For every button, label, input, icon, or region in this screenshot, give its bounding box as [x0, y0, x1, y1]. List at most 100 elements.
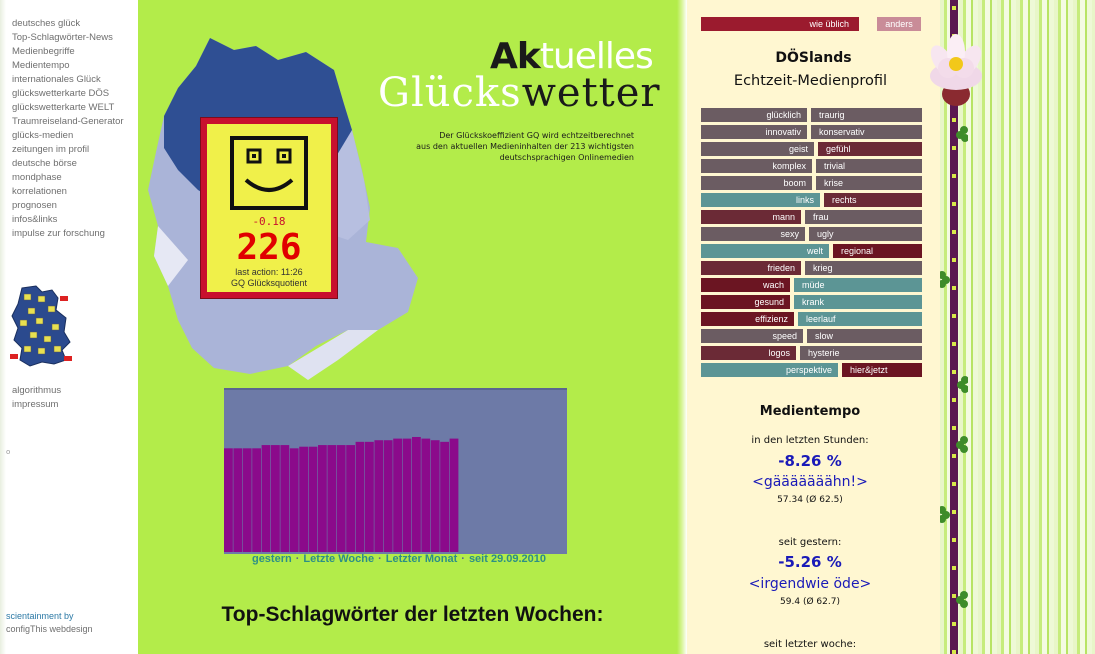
tempo-hours-value: 57.34 (Ø 62.5): [777, 495, 843, 505]
profile-right-bar[interactable]: gefühl: [818, 142, 922, 156]
logo-wetter-part: wetter: [521, 70, 661, 116]
profile-right-bar[interactable]: müde: [794, 278, 922, 292]
chart-bar: [233, 448, 243, 552]
nav-link-12[interactable]: korrelationen: [12, 185, 124, 199]
chart-bar: [242, 448, 252, 552]
profile-left-bar[interactable]: sexy: [701, 227, 805, 241]
profile-right-bar[interactable]: trivial: [816, 159, 922, 173]
chart-range-link-2[interactable]: Letzter Monat: [386, 553, 458, 565]
profile-pair-row: glücklich traurig: [701, 108, 922, 125]
chart-bar: [383, 440, 393, 552]
nav-link-11[interactable]: mondphase: [12, 171, 124, 185]
profile-pair-row: perspektive hier&jetzt: [701, 363, 922, 380]
profile-title: DÖSlands: [775, 50, 852, 66]
profile-left-bar[interactable]: glücklich: [701, 108, 807, 122]
tiny-marker: o: [6, 448, 11, 456]
profile-pair-row: sexy ugly: [701, 227, 922, 244]
profile-right-bar[interactable]: frau: [805, 210, 922, 224]
profile-pair-row: effizienz leerlauf: [701, 312, 922, 329]
chart-bar: [440, 441, 449, 552]
chart-bar: [308, 446, 318, 552]
profile-right-bar[interactable]: krieg: [805, 261, 922, 275]
nav2-link-0[interactable]: algorithmus: [12, 384, 61, 398]
profile-pair-row: boom krise: [701, 176, 922, 193]
profile-pair-row: mann frau: [701, 210, 922, 227]
tempo-yesterday-value: 59.4 (Ø 62.7): [780, 597, 840, 607]
tempo-yesterday-pct: -5.26 %: [778, 553, 842, 571]
profile-left-bar[interactable]: frieden: [701, 261, 801, 275]
nav-link-2[interactable]: Medienbegriffe: [12, 45, 124, 59]
nav-link-8[interactable]: glücks-medien: [12, 129, 124, 143]
profile-left-bar[interactable]: mann: [701, 210, 801, 224]
main-nav: deutsches glück Top-Schlagwörter-News Medi…: [12, 17, 124, 241]
chart-range-links: gestern · Letzte Woche · Letzter Monat · seit …: [234, 553, 564, 565]
profile-pair-row: frieden krieg: [701, 261, 922, 278]
nav-link-0[interactable]: deutsches glück: [12, 17, 124, 31]
profile-left-bar[interactable]: wach: [701, 278, 790, 292]
profile-right-bar[interactable]: leerlauf: [798, 312, 922, 326]
profile-right-bar[interactable]: regional: [833, 244, 922, 258]
nav-link-3[interactable]: Medientempo: [12, 59, 124, 73]
profile-left-bar[interactable]: perspektive: [701, 363, 838, 377]
other-button[interactable]: anders: [877, 17, 921, 31]
nav-link-10[interactable]: deutsche börse: [12, 157, 124, 171]
nav-link-6[interactable]: glückswetterkarte WELT: [12, 101, 124, 115]
chart-range-link-1[interactable]: Letzte Woche: [303, 553, 374, 565]
profile-right-bar[interactable]: rechts: [824, 193, 922, 207]
nav2-link-1[interactable]: impressum: [12, 398, 61, 412]
profile-right-bar[interactable]: hier&jetzt: [842, 363, 922, 377]
tempo-yesterday-word: <irgendwie öde>: [748, 576, 872, 592]
media-profile-panel: wie üblich anders DÖSlands Echtzeit-Medi…: [687, 0, 940, 654]
chart-bar: [224, 448, 233, 552]
profile-left-bar[interactable]: links: [701, 193, 820, 207]
nav-link-7[interactable]: Traumreiseland-Generator: [12, 115, 124, 129]
tempo-hours-pct: -8.26 %: [778, 452, 842, 470]
nav-link-9[interactable]: zeitungen im profil: [12, 143, 124, 157]
nav-link-14[interactable]: infos&links: [12, 213, 124, 227]
profile-right-bar[interactable]: traurig: [811, 108, 922, 122]
profile-pair-row: geist gefühl: [701, 142, 922, 159]
gq-history-chart: [224, 388, 567, 554]
profile-right-bar[interactable]: slow: [807, 329, 922, 343]
profile-left-bar[interactable]: innovativ: [701, 125, 807, 139]
nav-link-5[interactable]: glückswetterkarte DÖS: [12, 87, 124, 101]
profile-right-bar[interactable]: ugly: [809, 227, 922, 241]
desc-line-1: Der Glückskoeffizient GQ wird echtzeitbe…: [439, 131, 634, 140]
gq-last-action: last action: 11:26: [235, 267, 303, 277]
usual-button[interactable]: wie üblich: [701, 17, 859, 31]
profile-left-bar[interactable]: welt: [701, 244, 829, 258]
profile-left-bar[interactable]: effizienz: [701, 312, 794, 326]
nav-link-1[interactable]: Top-Schlagwörter-News: [12, 31, 124, 45]
smiley-icon: [230, 136, 308, 210]
chart-range-link-3[interactable]: seit 29.09.2010: [469, 553, 546, 565]
chart-bar: [327, 445, 337, 552]
profile-right-bar[interactable]: krank: [794, 295, 922, 309]
nav-link-13[interactable]: prognosen: [12, 199, 124, 213]
profile-left-bar[interactable]: gesund: [701, 295, 790, 309]
credit-webdesign-text: configThis webdesign: [6, 624, 93, 634]
logo-gluecksweller: Glückswetter: [378, 70, 661, 116]
nav-link-15[interactable]: impulse zur forschung: [12, 227, 124, 241]
profile-right-bar[interactable]: hysterie: [800, 346, 922, 360]
chart-range-link-0[interactable]: gestern: [252, 553, 292, 565]
water-lily-decoration: [930, 34, 982, 106]
profile-left-bar[interactable]: komplex: [701, 159, 812, 173]
profile-left-bar[interactable]: geist: [701, 142, 814, 156]
top-keywords-heading: Top-Schlagwörter der letzten Wochen:: [221, 603, 604, 626]
profile-pair-row: gesund krank: [701, 295, 922, 312]
chart-bar: [430, 440, 440, 552]
profile-right-bar[interactable]: konservativ: [811, 125, 922, 139]
profile-left-bar[interactable]: logos: [701, 346, 796, 360]
chart-bar: [402, 438, 412, 552]
germany-mini-map[interactable]: [8, 284, 74, 368]
sidebar-edge: [0, 0, 6, 654]
profile-right-bar[interactable]: krise: [816, 176, 922, 190]
secondary-nav: algorithmus impressum: [12, 384, 61, 412]
credit-scientainment-link[interactable]: scientainment by: [6, 611, 74, 621]
profile-left-bar[interactable]: speed: [701, 329, 803, 343]
profile-left-bar[interactable]: boom: [701, 176, 812, 190]
chart-bar: [355, 441, 365, 552]
chart-bar: [374, 440, 384, 552]
gq-value: 226: [236, 227, 302, 268]
nav-link-4[interactable]: internationales Glück: [12, 73, 124, 87]
